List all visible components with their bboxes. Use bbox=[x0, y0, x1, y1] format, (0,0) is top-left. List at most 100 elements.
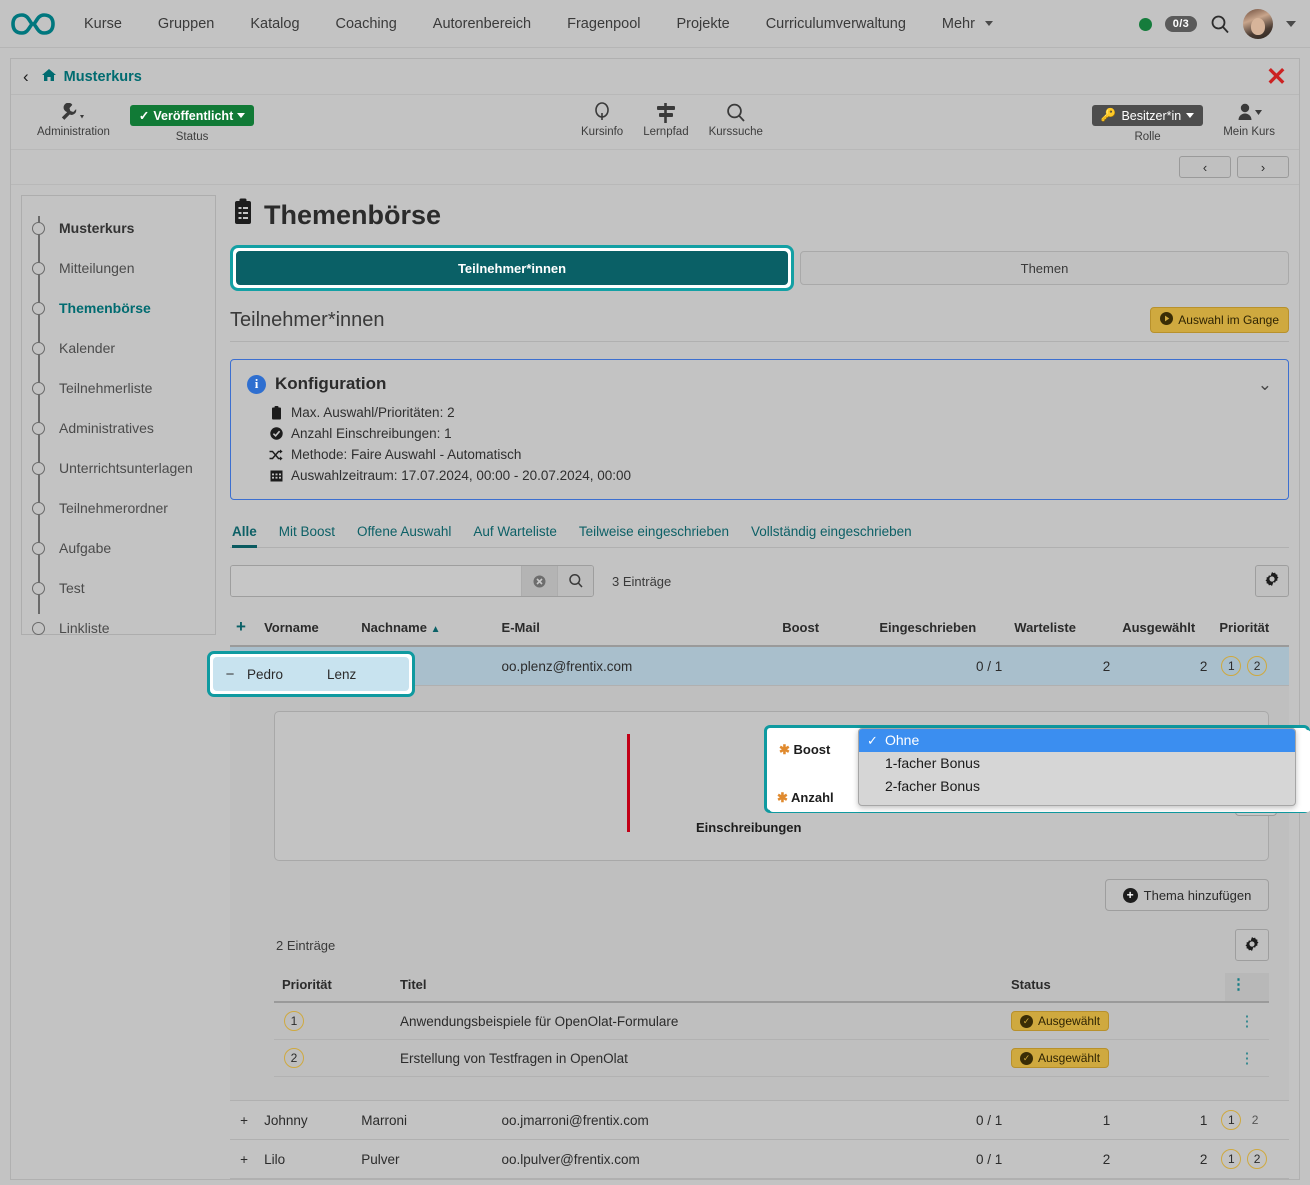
filter-tab-mit-boost[interactable]: Mit Boost bbox=[268, 524, 346, 547]
sidebar-item-label: Test bbox=[59, 580, 85, 596]
kurssuche-button[interactable]: Kurssuche bbox=[699, 97, 773, 138]
home-icon[interactable] bbox=[41, 68, 57, 86]
sidebar-item-test[interactable]: Test bbox=[22, 568, 215, 608]
breadcrumb-title[interactable]: Musterkurs bbox=[64, 69, 142, 85]
rolle-button[interactable]: 🔑 Besitzer*in Rolle bbox=[1082, 97, 1213, 143]
filter-tab-vollstaendig-eingeschrieben[interactable]: Vollständig eingeschrieben bbox=[740, 524, 923, 547]
column-email[interactable]: E-Mail bbox=[496, 613, 777, 646]
filter-tab-alle[interactable]: Alle bbox=[230, 524, 268, 547]
tab-themen[interactable]: Themen bbox=[800, 251, 1289, 285]
sub-column-menu[interactable]: ⋮ bbox=[1225, 973, 1269, 1002]
filter-tab-auf-warteliste[interactable]: Auf Warteliste bbox=[462, 524, 568, 547]
mein-kurs-button[interactable]: Mein Kurs bbox=[1213, 97, 1285, 143]
chevron-down-icon[interactable] bbox=[1286, 21, 1296, 27]
filter-tab-offene-auswahl[interactable]: Offene Auswahl bbox=[346, 524, 462, 547]
nav-item-fragenpool[interactable]: Fragenpool bbox=[549, 0, 658, 48]
avatar[interactable] bbox=[1243, 9, 1273, 39]
column-prioritaet[interactable]: Priorität bbox=[1213, 613, 1289, 646]
infinity-logo[interactable] bbox=[0, 11, 66, 37]
add-topic-button[interactable]: + Thema hinzufügen bbox=[1105, 879, 1269, 911]
filter-tab-teilweise-eingeschrieben[interactable]: Teilweise eingeschrieben bbox=[568, 524, 740, 547]
nav-item-mehr[interactable]: Mehr bbox=[924, 0, 1011, 48]
nav-item-kurse[interactable]: Kurse bbox=[66, 0, 140, 48]
cell-sub-titel: Anwendungsbeispiele für OpenOlat-Formula… bbox=[394, 1002, 1005, 1040]
add-topic-label: Thema hinzufügen bbox=[1144, 888, 1252, 903]
nav-item-curriculumverwaltung[interactable]: Curriculumverwaltung bbox=[748, 0, 924, 48]
kebab-menu-icon[interactable]: ⋮ bbox=[1231, 976, 1246, 993]
page-title: Themenbörse bbox=[232, 198, 1289, 233]
table-settings-button[interactable] bbox=[1255, 565, 1289, 597]
pager-next-button[interactable]: › bbox=[1237, 156, 1289, 178]
nav-item-coaching[interactable]: Coaching bbox=[318, 0, 415, 48]
row-expand-button[interactable]: + bbox=[230, 1101, 258, 1140]
sub-column-prioritaet[interactable]: Priorität bbox=[274, 973, 394, 1002]
kurssuche-label: Kurssuche bbox=[709, 126, 763, 138]
cell-sub-menu[interactable]: ⋮ bbox=[1225, 1040, 1269, 1077]
filter-tabs: Alle Mit Boost Offene Auswahl Auf Wartel… bbox=[230, 524, 1289, 548]
lernpfad-button[interactable]: Lernpfad bbox=[633, 97, 698, 138]
table-row[interactable]: + Johnny Marroni oo.jmarroni@frentix.com… bbox=[230, 1101, 1289, 1140]
breadcrumb-back-button[interactable]: ‹ bbox=[23, 67, 29, 87]
administration-button[interactable]: Administration bbox=[27, 97, 120, 138]
sidebar-item-mitteilungen[interactable]: Mitteilungen bbox=[22, 248, 215, 288]
pager: ‹ › bbox=[11, 150, 1299, 185]
sidebar-item-musterkurs[interactable]: Musterkurs bbox=[22, 208, 215, 248]
sidebar-item-aufgabe[interactable]: Aufgabe bbox=[22, 528, 215, 568]
search-icon[interactable] bbox=[557, 566, 593, 596]
sidebar-item-administratives[interactable]: Administratives bbox=[22, 408, 215, 448]
clear-icon[interactable] bbox=[521, 566, 557, 596]
row-collapse-button[interactable]: − bbox=[230, 646, 258, 686]
kursinfo-button[interactable]: Kursinfo bbox=[571, 97, 633, 138]
sub-table-settings-button[interactable] bbox=[1235, 929, 1269, 961]
dropdown-option-ohne[interactable]: Ohne bbox=[859, 729, 1295, 752]
dropdown-option-1-facher-bonus[interactable]: 1-facher Bonus bbox=[859, 752, 1295, 775]
column-eingeschrieben[interactable]: Eingeschrieben bbox=[873, 613, 1008, 646]
sidebar-item-kalender[interactable]: Kalender bbox=[22, 328, 215, 368]
dropdown-option-2-facher-bonus[interactable]: 2-facher Bonus bbox=[859, 775, 1295, 798]
check-icon: ✓ bbox=[139, 108, 149, 123]
sidebar-item-linkliste[interactable]: Linkliste bbox=[22, 608, 215, 648]
nav-item-katalog[interactable]: Katalog bbox=[232, 0, 317, 48]
sidebar-item-teilnehmerordner[interactable]: Teilnehmerordner bbox=[22, 488, 215, 528]
close-icon[interactable]: ✕ bbox=[1266, 65, 1287, 89]
status-button[interactable]: ✓ Veröffentlicht Status bbox=[120, 97, 264, 143]
column-warteliste[interactable]: Warteliste bbox=[1008, 613, 1116, 646]
gear-icon bbox=[1244, 936, 1260, 955]
column-ausgewaehlt[interactable]: Ausgewählt bbox=[1116, 613, 1213, 646]
table-row[interactable]: + Lilo Pulver oo.lpulver@frentix.com 0 /… bbox=[230, 1140, 1289, 1179]
pager-prev-button[interactable]: ‹ bbox=[1179, 156, 1231, 178]
nav-item-autorenbereich[interactable]: Autorenbereich bbox=[415, 0, 549, 48]
kebab-menu-icon[interactable]: ⋮ bbox=[1240, 1050, 1255, 1067]
sub-column-status[interactable]: Status bbox=[1005, 973, 1225, 1002]
topic-row[interactable]: 1 Anwendungsbeispiele für OpenOlat-Formu… bbox=[274, 1002, 1269, 1040]
column-nachname[interactable]: Nachname ▲ bbox=[355, 613, 495, 646]
nav-item-projekte[interactable]: Projekte bbox=[658, 0, 747, 48]
search-icon[interactable] bbox=[1210, 14, 1230, 34]
column-boost[interactable]: Boost bbox=[776, 613, 873, 646]
status-pill-label: Veröffentlicht bbox=[153, 109, 233, 123]
kebab-menu-icon[interactable]: ⋮ bbox=[1240, 1013, 1255, 1030]
search-input[interactable] bbox=[231, 566, 521, 596]
sidebar-item-themenboerse[interactable]: Themenbörse bbox=[22, 288, 215, 328]
column-expand-all[interactable]: + bbox=[230, 613, 258, 646]
sidebar-item-teilnehmerliste[interactable]: Teilnehmerliste bbox=[22, 368, 215, 408]
task-badge[interactable]: 0/3 bbox=[1165, 16, 1197, 32]
rolle-pill[interactable]: 🔑 Besitzer*in bbox=[1092, 105, 1203, 126]
column-vorname[interactable]: Vorname bbox=[258, 613, 355, 646]
anzahl-label-text: Anzahl bbox=[791, 790, 834, 805]
table-row[interactable]: − Pedro Lenz oo.plenz@frentix.com 0 / 1 … bbox=[230, 646, 1289, 686]
einschreibungen-label: Einschreibungen bbox=[696, 820, 801, 835]
topic-row[interactable]: 2 Erstellung von Testfragen in OpenOlat … bbox=[274, 1040, 1269, 1077]
status-label: Ausgewählt bbox=[1038, 1014, 1100, 1028]
priority-badge: 2 bbox=[1247, 656, 1267, 676]
cell-vorname: Lilo bbox=[258, 1140, 355, 1179]
chevron-down-icon[interactable]: ⌄ bbox=[1258, 376, 1272, 393]
boost-dropdown-list[interactable]: Ohne 1-facher Bonus 2-facher Bonus bbox=[858, 728, 1296, 806]
sub-column-titel[interactable]: Titel bbox=[394, 973, 1005, 1002]
row-expand-button[interactable]: + bbox=[230, 1140, 258, 1179]
cell-sub-menu[interactable]: ⋮ bbox=[1225, 1002, 1269, 1040]
nav-item-gruppen[interactable]: Gruppen bbox=[140, 0, 232, 48]
tab-teilnehmerinnen[interactable]: Teilnehmer*innen bbox=[236, 251, 788, 285]
status-pill[interactable]: ✓ Veröffentlicht bbox=[130, 105, 254, 126]
sidebar-item-unterrichtsunterlagen[interactable]: Unterrichtsunterlagen bbox=[22, 448, 215, 488]
